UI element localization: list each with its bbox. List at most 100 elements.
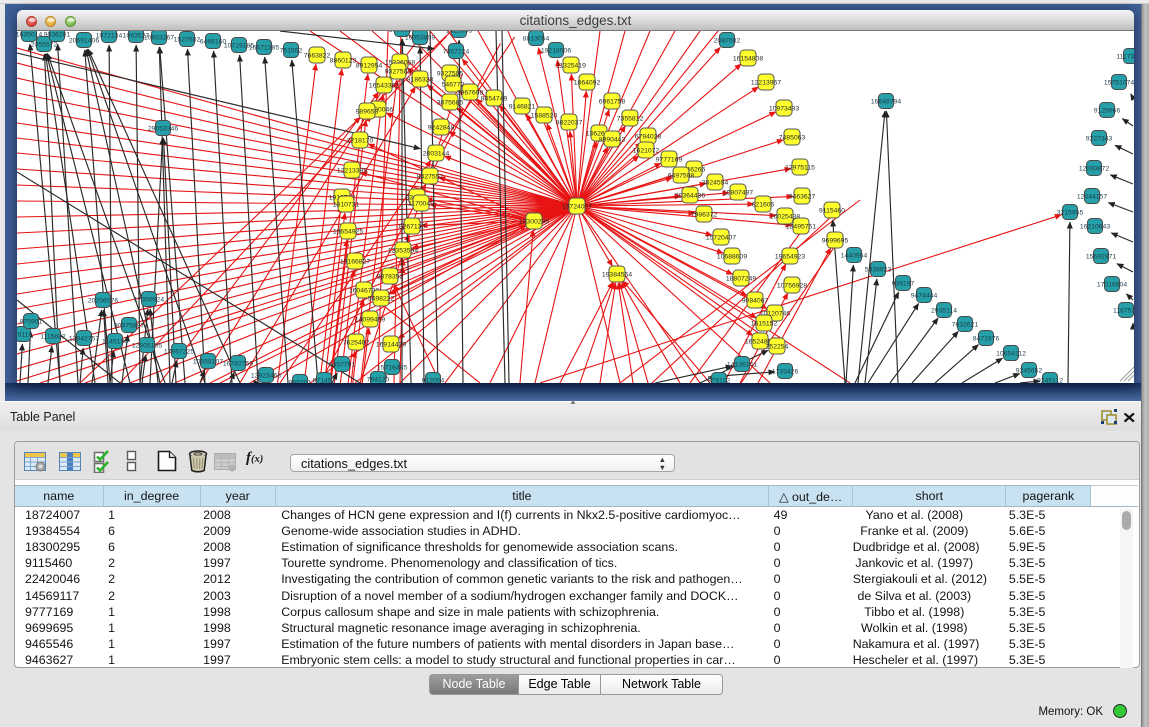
svg-text:15720407: 15720407 bbox=[706, 234, 736, 241]
svg-text:16210643: 16210643 bbox=[1080, 223, 1110, 230]
svg-text:10807487: 10807487 bbox=[723, 189, 753, 196]
svg-text:9474444: 9474444 bbox=[911, 292, 938, 299]
svg-text:15692971: 15692971 bbox=[1086, 253, 1116, 260]
svg-text:1170049: 1170049 bbox=[408, 200, 434, 207]
svg-text:1145194: 1145194 bbox=[102, 338, 128, 345]
svg-text:7663822: 7663822 bbox=[304, 52, 331, 59]
svg-text:7357224: 7357224 bbox=[443, 48, 470, 55]
svg-text:20206576: 20206576 bbox=[88, 297, 118, 304]
svg-text:9245652: 9245652 bbox=[1016, 367, 1043, 374]
svg-text:12213967: 12213967 bbox=[751, 79, 781, 86]
svg-text:1588520: 1588520 bbox=[531, 112, 558, 119]
svg-text:2803144: 2803144 bbox=[423, 150, 450, 157]
svg-text:1527602: 1527602 bbox=[174, 36, 201, 43]
svg-text:9146821: 9146821 bbox=[509, 103, 536, 110]
svg-text:8427552: 8427552 bbox=[417, 173, 444, 180]
svg-text:1621072: 1621072 bbox=[633, 147, 660, 154]
svg-text:7632621: 7632621 bbox=[952, 321, 979, 328]
svg-text:9327503: 9327503 bbox=[385, 68, 412, 75]
svg-text:764120: 764120 bbox=[367, 376, 390, 383]
svg-text:18495751: 18495751 bbox=[786, 223, 816, 230]
svg-text:8878352: 8878352 bbox=[377, 273, 404, 280]
svg-text:9777169: 9777169 bbox=[656, 156, 683, 163]
svg-text:965201: 965201 bbox=[289, 379, 312, 383]
svg-text:7355812: 7355812 bbox=[617, 115, 644, 122]
svg-text:9242848: 9242848 bbox=[428, 124, 455, 131]
svg-text:912004: 912004 bbox=[422, 377, 445, 383]
svg-text:939197: 939197 bbox=[892, 280, 915, 287]
svg-text:10688609: 10688609 bbox=[717, 253, 747, 260]
svg-text:9227343: 9227343 bbox=[1086, 135, 1113, 142]
svg-text:8813054: 8813054 bbox=[523, 35, 550, 42]
svg-text:12923468: 12923468 bbox=[251, 372, 281, 379]
svg-text:10653267: 10653267 bbox=[144, 34, 174, 41]
svg-text:20691406: 20691406 bbox=[69, 37, 99, 44]
svg-text:878102: 878102 bbox=[708, 377, 731, 383]
svg-text:3875685: 3875685 bbox=[437, 99, 464, 106]
svg-text:6961758: 6961758 bbox=[599, 98, 626, 105]
svg-text:2718170: 2718170 bbox=[347, 137, 374, 144]
svg-text:6497508: 6497508 bbox=[668, 172, 695, 179]
svg-text:12905185: 12905185 bbox=[132, 342, 162, 349]
svg-text:1321055: 1321055 bbox=[446, 31, 473, 34]
svg-text:8912954: 8912954 bbox=[356, 62, 383, 69]
svg-text:29053346: 29053346 bbox=[148, 125, 178, 132]
svg-text:2967608: 2967608 bbox=[457, 89, 484, 96]
svg-text:17016504: 17016504 bbox=[1097, 281, 1127, 288]
svg-text:16782759: 16782759 bbox=[223, 360, 253, 367]
svg-text:9936201: 9936201 bbox=[44, 31, 71, 38]
svg-text:14099489: 14099489 bbox=[355, 316, 385, 323]
svg-text:20364436: 20364436 bbox=[675, 192, 705, 199]
svg-text:9084067: 9084067 bbox=[742, 297, 769, 304]
svg-text:9699695: 9699695 bbox=[822, 237, 849, 244]
svg-text:6794028: 6794028 bbox=[635, 133, 662, 140]
svg-text:546772: 546772 bbox=[442, 81, 465, 88]
svg-text:16671385: 16671385 bbox=[249, 44, 279, 51]
svg-text:1615152: 1615152 bbox=[751, 320, 778, 327]
svg-text:10973493: 10973493 bbox=[769, 105, 799, 112]
svg-text:1733426: 1733426 bbox=[772, 368, 799, 375]
svg-text:10756928: 10756928 bbox=[777, 282, 807, 289]
svg-text:9457791: 9457791 bbox=[329, 361, 356, 368]
svg-text:3215955: 3215955 bbox=[1057, 209, 1084, 216]
svg-text:15716485: 15716485 bbox=[377, 364, 407, 371]
svg-text:8990443: 8990443 bbox=[599, 136, 626, 143]
svg-text:8454749: 8454749 bbox=[481, 95, 508, 102]
svg-text:10654112: 10654112 bbox=[996, 350, 1026, 357]
svg-text:5938923: 5938923 bbox=[865, 266, 892, 273]
svg-text:12213389: 12213389 bbox=[337, 167, 367, 174]
svg-text:17957225: 17957225 bbox=[164, 348, 194, 355]
svg-text:16053809: 16053809 bbox=[405, 34, 435, 41]
svg-text:11173416: 11173416 bbox=[1116, 53, 1134, 60]
svg-text:10958107: 10958107 bbox=[193, 358, 223, 365]
svg-text:1072134: 1072134 bbox=[96, 32, 123, 39]
svg-text:6466160: 6466160 bbox=[200, 38, 227, 45]
svg-text:11325419: 11325419 bbox=[556, 62, 586, 69]
svg-text:1864092: 1864092 bbox=[574, 79, 601, 86]
svg-text:18807249: 18807249 bbox=[726, 275, 756, 282]
svg-text:19384554: 19384554 bbox=[602, 271, 632, 278]
svg-text:751552: 751552 bbox=[280, 47, 303, 54]
svg-text:8186328: 8186328 bbox=[407, 76, 434, 83]
svg-text:16648794: 16648794 bbox=[871, 98, 901, 105]
svg-text:14136141: 14136141 bbox=[727, 361, 757, 368]
svg-text:12975115: 12975115 bbox=[785, 164, 815, 171]
svg-text:16154808: 16154808 bbox=[733, 55, 763, 62]
svg-text:2087682: 2087682 bbox=[714, 37, 741, 44]
svg-text:7986372: 7986372 bbox=[691, 211, 718, 218]
svg-text:9463627: 9463627 bbox=[789, 193, 816, 200]
svg-text:15751074: 15751074 bbox=[1104, 79, 1134, 86]
svg-text:1167533: 1167533 bbox=[1113, 307, 1134, 314]
svg-text:39119: 39119 bbox=[17, 331, 32, 338]
svg-text:16543362: 16543362 bbox=[369, 82, 399, 89]
svg-text:871452: 871452 bbox=[313, 377, 336, 383]
svg-text:8860123: 8860123 bbox=[330, 57, 357, 64]
svg-text:1440954: 1440954 bbox=[841, 252, 868, 259]
svg-text:875901: 875901 bbox=[20, 318, 43, 325]
svg-text:7625402: 7625402 bbox=[343, 339, 370, 346]
svg-text:1803213: 1803213 bbox=[389, 31, 416, 33]
svg-text:16914479: 16914479 bbox=[376, 341, 406, 348]
svg-text:12093872: 12093872 bbox=[1079, 165, 1109, 172]
svg-text:12353594: 12353594 bbox=[388, 247, 418, 254]
svg-text:17359924: 17359924 bbox=[134, 296, 164, 303]
